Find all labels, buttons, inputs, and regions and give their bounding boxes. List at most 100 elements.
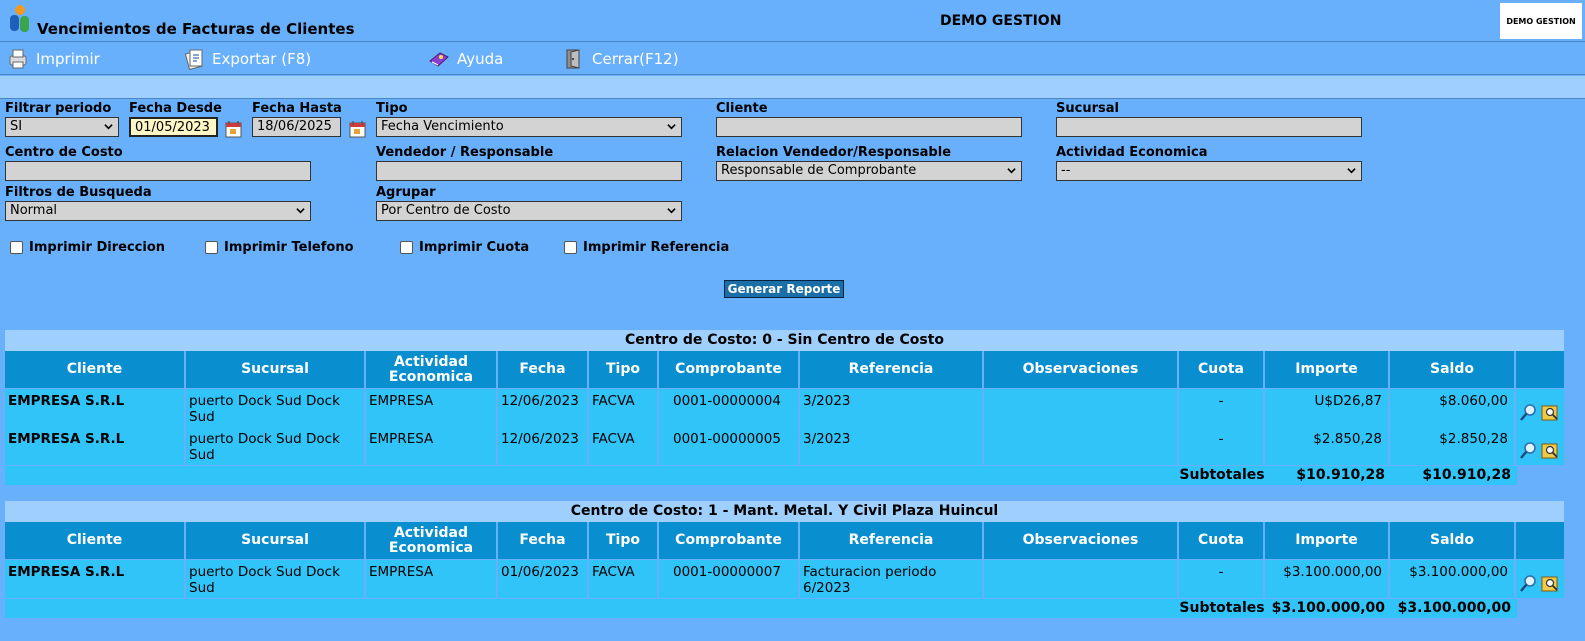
chevron-down-icon xyxy=(667,208,676,214)
print-button[interactable]: Imprimir xyxy=(6,47,100,71)
fecha-hasta-input[interactable]: 18/06/2025 xyxy=(252,117,341,137)
actividad-label: Actividad Economica xyxy=(1056,145,1208,160)
magnifier-icon[interactable] xyxy=(1518,574,1538,594)
cell-tipo: FACVA xyxy=(589,389,659,427)
col-actions xyxy=(1516,522,1564,559)
sucursal-input[interactable] xyxy=(1056,117,1362,137)
col-fecha: Fecha xyxy=(498,351,589,388)
group-title: Centro de Costo: 1 - Mant. Metal. Y Civi… xyxy=(5,501,1564,522)
subtotal-saldo: $3.100.000,00 xyxy=(1397,600,1511,616)
subtotal-label: Subtotales xyxy=(1179,467,1265,483)
group-title: Centro de Costo: 0 - Sin Centro de Costo xyxy=(5,330,1564,351)
toolbar: Imprimir Exportar (F8) Ayuda Cerrar(F12) xyxy=(0,43,1585,75)
view-document-icon[interactable] xyxy=(1540,574,1560,594)
actividad-select[interactable]: -- xyxy=(1056,161,1362,181)
chevron-down-icon xyxy=(104,124,113,130)
busqueda-select[interactable]: Normal xyxy=(5,201,311,221)
vendedor-input[interactable] xyxy=(376,161,682,181)
chevron-down-icon xyxy=(1347,168,1356,174)
printer-icon xyxy=(9,49,27,69)
cell-comprobante: 0001-00000005 xyxy=(659,427,800,465)
col-cliente: Cliente xyxy=(5,351,186,388)
calendar-hasta-icon[interactable] xyxy=(347,118,369,140)
cell-importe: U$D26,87 xyxy=(1265,389,1390,427)
cell-fecha: 01/06/2023 xyxy=(498,560,589,598)
fecha-desde-input[interactable]: 01/05/2023 xyxy=(129,117,218,137)
checkbox-box[interactable] xyxy=(564,241,577,254)
cell-actions xyxy=(1516,427,1564,465)
tipo-label: Tipo xyxy=(376,101,408,116)
tipo-select[interactable]: Fecha Vencimiento xyxy=(376,117,682,137)
checkbox-box[interactable] xyxy=(205,241,218,254)
col-observaciones: Observaciones xyxy=(984,351,1179,388)
view-document-icon[interactable] xyxy=(1540,441,1560,461)
col-importe: Importe xyxy=(1265,351,1390,388)
chevron-down-icon xyxy=(296,208,305,214)
col-actividad: Actividad Economica xyxy=(366,351,498,388)
sucursal-label: Sucursal xyxy=(1056,101,1119,116)
cell-cuota: - xyxy=(1179,560,1265,598)
actividad-field: Actividad Economica -- xyxy=(1056,145,1362,181)
periodo-select[interactable]: SI xyxy=(5,117,119,137)
periodo-field: Filtrar periodo SI xyxy=(5,101,119,137)
table-row[interactable]: EMPRESA S.R.L puerto Dock Sud Dock Sud E… xyxy=(5,560,1564,598)
company-name: DEMO GESTION xyxy=(940,13,1062,29)
subtotal-importe: $3.100.000,00 xyxy=(1271,600,1385,616)
cell-fecha: 12/06/2023 xyxy=(498,427,589,465)
col-fecha: Fecha xyxy=(498,522,589,559)
help-label: Ayuda xyxy=(457,50,504,68)
agrupar-select[interactable]: Por Centro de Costo xyxy=(376,201,682,221)
chevron-down-icon xyxy=(1007,168,1016,174)
fecha-desde-label: Fecha Desde xyxy=(129,101,222,116)
export-button[interactable]: Exportar (F8) xyxy=(182,47,311,71)
imprimir-direccion-checkbox[interactable]: Imprimir Direccion xyxy=(10,240,165,255)
cell-sucursal: puerto Dock Sud Dock Sud xyxy=(186,560,366,598)
fecha-hasta-label: Fecha Hasta xyxy=(252,101,342,116)
table-row[interactable]: EMPRESA S.R.L puerto Dock Sud Dock Sud E… xyxy=(5,427,1564,465)
calendar-desde-icon[interactable] xyxy=(223,118,245,140)
cliente-input[interactable] xyxy=(716,117,1022,137)
col-cuota: Cuota xyxy=(1179,522,1265,559)
col-sucursal: Sucursal xyxy=(186,522,366,559)
col-tipo: Tipo xyxy=(589,351,659,388)
relacion-label: Relacion Vendedor/Responsable xyxy=(716,145,952,160)
close-label: Cerrar(F12) xyxy=(592,50,679,68)
col-cliente: Cliente xyxy=(5,522,186,559)
magnifier-icon[interactable] xyxy=(1518,441,1538,461)
view-document-icon[interactable] xyxy=(1540,403,1560,423)
cell-cliente: EMPRESA S.R.L xyxy=(5,389,186,427)
checkbox-box[interactable] xyxy=(10,241,23,254)
cell-tipo: FACVA xyxy=(589,560,659,598)
col-observaciones: Observaciones xyxy=(984,522,1179,559)
cell-observaciones xyxy=(984,427,1179,465)
relacion-select[interactable]: Responsable de Comprobante xyxy=(716,161,1022,181)
cliente-field: Cliente xyxy=(716,101,1022,137)
report-form: Filtrar periodo SI Fecha Desde 01/05/202… xyxy=(0,98,1585,641)
vendedor-label: Vendedor / Responsable xyxy=(376,145,554,160)
subtotal-saldo: $10.910,28 xyxy=(1422,467,1511,483)
magnifier-icon[interactable] xyxy=(1518,403,1538,423)
cell-fecha: 12/06/2023 xyxy=(498,389,589,427)
close-button[interactable]: Cerrar(F12) xyxy=(562,47,679,71)
exit-door-icon xyxy=(566,49,580,69)
col-referencia: Referencia xyxy=(800,522,984,559)
centro-costo-input[interactable] xyxy=(5,161,311,181)
subtotal-importe: $10.910,28 xyxy=(1296,467,1385,483)
busqueda-field: Filtros de Busqueda Normal xyxy=(5,185,311,221)
help-button[interactable]: Ayuda xyxy=(427,47,503,71)
cell-saldo: $3.100.000,00 xyxy=(1390,560,1516,598)
imprimir-telefono-checkbox[interactable]: Imprimir Telefono xyxy=(205,240,354,255)
centro-costo-label: Centro de Costo xyxy=(5,145,123,160)
cell-actions xyxy=(1516,560,1564,598)
table-row[interactable]: EMPRESA S.R.L puerto Dock Sud Dock Sud E… xyxy=(5,389,1564,427)
subtotal-row: Subtotales $10.910,28 $10.910,28 xyxy=(5,466,1564,485)
cell-cliente: EMPRESA S.R.L xyxy=(5,427,186,465)
col-saldo: Saldo xyxy=(1390,351,1516,388)
checkbox-box[interactable] xyxy=(400,241,413,254)
cell-referencia: 3/2023 xyxy=(800,389,984,427)
imprimir-cuota-checkbox[interactable]: Imprimir Cuota xyxy=(400,240,529,255)
imprimir-referencia-checkbox[interactable]: Imprimir Referencia xyxy=(564,240,729,255)
generate-report-button[interactable]: Generar Reporte xyxy=(724,280,844,298)
print-label: Imprimir xyxy=(36,50,100,68)
cell-comprobante: 0001-00000004 xyxy=(659,389,800,427)
